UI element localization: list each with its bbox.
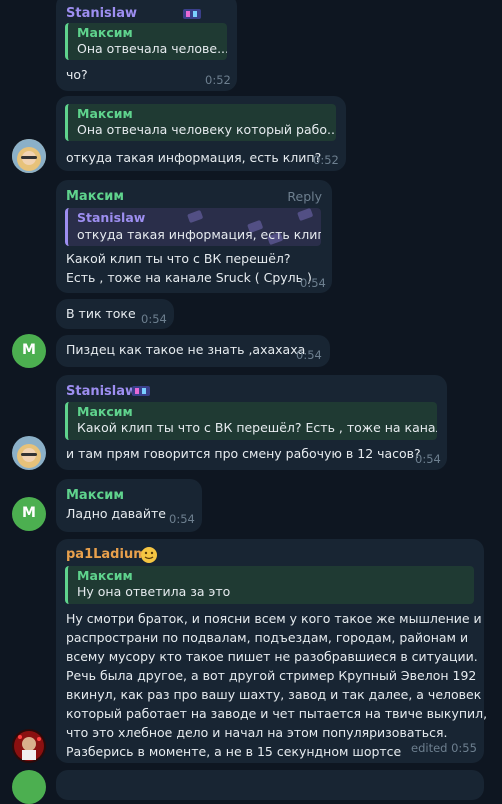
message-text-line: распространи по подвалам, подъездам, гор…: [66, 630, 469, 645]
message-text: В тик токе: [66, 306, 136, 321]
message-text-line: Разберись в моменте, а не в 15 секундном…: [66, 744, 402, 759]
message-bubble[interactable]: Пиздец как такое не знать ,ахахаха 0:54: [56, 335, 330, 367]
avatar-letter: M: [22, 342, 36, 358]
sender-emoji-icon: [132, 386, 150, 396]
reply-text: Какой клип ты что с ВК перешёл? Есть , т…: [77, 420, 437, 435]
sender-name[interactable]: Stanislaw: [66, 6, 137, 21]
message-bubble[interactable]: Stanislaw Максим Какой клип ты что с ВК …: [56, 375, 447, 470]
message-text: Ладно давайте: [66, 506, 166, 521]
message-time: edited 0:55: [411, 741, 477, 755]
sender-emoji-icon: [183, 9, 201, 19]
sender-name[interactable]: Максим: [66, 189, 124, 204]
avatar-photo: [12, 436, 46, 470]
message-time: 0:52: [205, 73, 231, 87]
avatar[interactable]: M: [12, 334, 46, 368]
message-bubble[interactable]: Максим Ладно давайте 0:54: [56, 479, 202, 532]
avatar[interactable]: [12, 770, 46, 804]
sender-name[interactable]: Максим: [66, 488, 124, 503]
avatar[interactable]: M: [12, 497, 46, 531]
message-bubble[interactable]: Максим Она отвечала человеку который раб…: [56, 96, 346, 171]
reply-text: Она отвечала челове...: [77, 41, 227, 56]
reply-text: Она отвечала человеку который рабо...: [77, 122, 336, 137]
message-text: чо?: [66, 67, 88, 82]
message-time: 0:52: [313, 153, 339, 167]
avatar-photo: [12, 139, 46, 173]
message-text-line: Ну смотри браток, и поясни всем у кого т…: [66, 611, 482, 626]
message-time: 0:54: [300, 276, 326, 290]
reply-name: Максим: [77, 568, 133, 583]
reply-quote[interactable]: Максим Какой клип ты что с ВК перешёл? Е…: [65, 402, 437, 440]
message-bubble[interactable]: pa1Ladium Максим Ну она ответила за это …: [56, 539, 488, 763]
reply-name: Максим: [77, 106, 133, 121]
reply-name: Максим: [77, 404, 133, 419]
message-text-line: Какой клип ты что с ВК перешёл?: [66, 251, 291, 266]
avatar[interactable]: [12, 436, 46, 470]
message-text-line: вкинул, как раз про вашу шахту, завод и …: [66, 687, 482, 702]
reply-name: Stanislaw: [77, 210, 146, 225]
avatar-photo: [12, 729, 46, 763]
message-time: 0:54: [169, 512, 195, 526]
message-text: откуда такая информация, есть клип?: [66, 150, 322, 165]
reply-quote[interactable]: Stanislaw откуда такая информация, есть …: [65, 208, 321, 246]
message-bubble[interactable]: В тик токе 0:54: [56, 299, 174, 329]
avatar[interactable]: [12, 139, 46, 173]
message-bubble[interactable]: Максим Reply Stanislaw откуда такая инфо…: [56, 180, 332, 293]
sender-name[interactable]: pa1Ladium: [66, 547, 147, 562]
message-time: 0:54: [141, 312, 167, 326]
avatar-letter: M: [22, 505, 36, 521]
message-time: 0:54: [296, 348, 322, 362]
message-bubble[interactable]: Stanislaw Максим Она отвечала челове... …: [56, 0, 237, 91]
reply-text: Ну она ответила за это: [77, 584, 231, 599]
message-bubble[interactable]: [56, 770, 484, 800]
message-text: Пиздец как такое не знать ,ахахаха: [66, 342, 306, 357]
reply-name: Максим: [77, 25, 133, 40]
reply-action-label[interactable]: Reply: [287, 189, 322, 204]
reply-quote[interactable]: Максим Она отвечала человеку который раб…: [65, 104, 336, 141]
avatar[interactable]: [12, 729, 46, 763]
message-time: 0:54: [415, 452, 441, 466]
sender-emoji-icon: [141, 547, 157, 563]
reply-quote[interactable]: Максим Ну она ответила за это: [65, 566, 474, 604]
message-text-line: который работает на заводе и чет пытаетс…: [66, 706, 488, 721]
sender-name[interactable]: Stanislaw: [66, 384, 137, 399]
reply-quote[interactable]: Максим Она отвечала челове...: [65, 23, 227, 60]
message-text-line: что это хлебное дело и начал на этом поп…: [66, 725, 448, 740]
message-text: и там прям говорится про смену рабочую в…: [66, 446, 421, 461]
message-text-line: Речь была другое, а вот другой стример К…: [66, 668, 477, 683]
message-text-line: всему мусору кто такое пишет не разобрав…: [66, 649, 478, 664]
reply-text: откуда такая информация, есть клип?: [77, 227, 321, 242]
message-text-line: Есть , тоже на канале Sruck ( Сруль ): [66, 270, 312, 285]
